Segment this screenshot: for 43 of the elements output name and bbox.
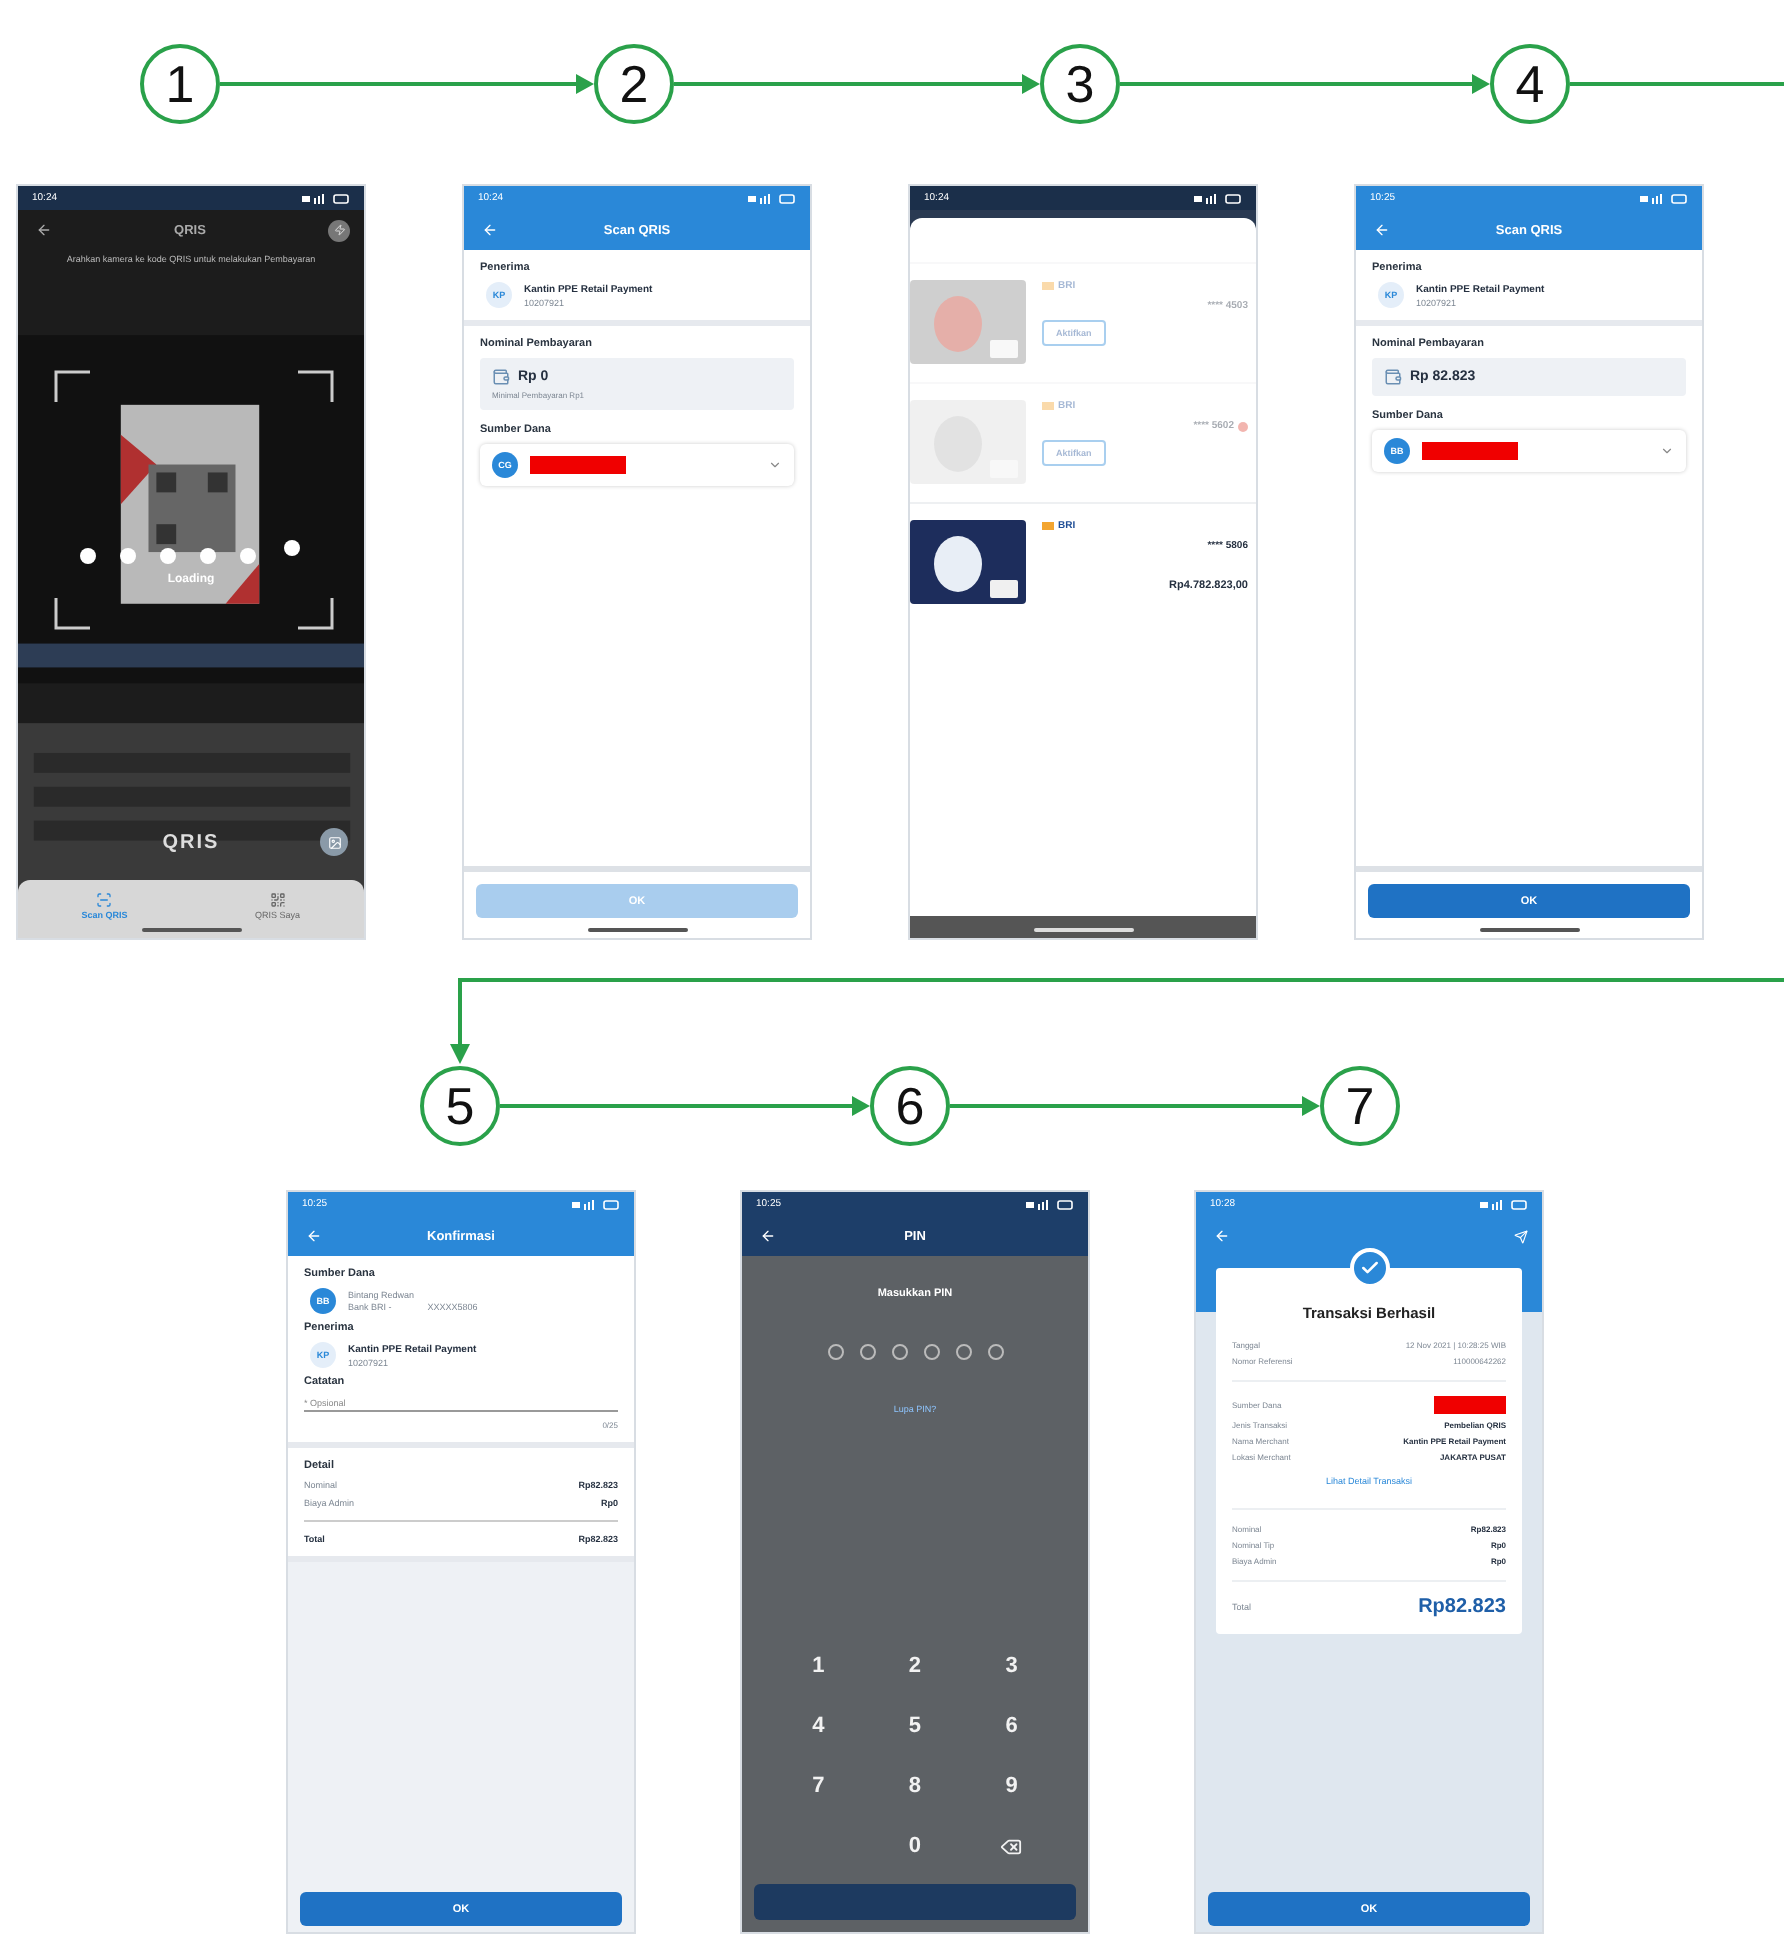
status-icons — [302, 193, 350, 203]
back-icon[interactable] — [760, 1228, 776, 1244]
step-number: 1 — [140, 44, 220, 124]
wallet-icon — [492, 368, 510, 386]
status-icons — [1480, 1199, 1528, 1209]
keypad-key[interactable]: 6 — [963, 1696, 1060, 1756]
step-number: 6 — [870, 1066, 950, 1146]
home-indicator — [587, 928, 687, 932]
home-indicator — [141, 928, 241, 932]
keypad-key[interactable]: 0 — [866, 1816, 964, 1876]
step-number: 2 — [594, 44, 674, 124]
step-number: 5 — [420, 1066, 500, 1146]
keypad-key[interactable]: 9 — [963, 1756, 1060, 1816]
keypad-key[interactable]: 3 — [963, 1636, 1060, 1696]
backspace-icon — [1000, 1835, 1023, 1857]
image-icon — [327, 835, 341, 849]
scan-frame-icon — [54, 369, 334, 630]
keypad-key[interactable]: 4 — [770, 1696, 867, 1756]
chevron-down-icon[interactable] — [768, 458, 782, 472]
home-indicator — [1033, 928, 1133, 932]
back-icon[interactable] — [36, 222, 52, 238]
wallet-icon — [1384, 368, 1402, 386]
keypad-key[interactable]: 5 — [866, 1696, 964, 1756]
keypad-key[interactable]: 2 — [866, 1636, 964, 1696]
chevron-down-icon[interactable] — [1660, 444, 1674, 458]
qris-logo: QRIS — [162, 831, 220, 853]
scan-icon — [96, 892, 113, 908]
home-indicator — [1479, 928, 1579, 932]
step-number: 7 — [1320, 1066, 1400, 1146]
status-icons — [748, 193, 796, 203]
keypad-key[interactable]: 7 — [770, 1756, 867, 1816]
qr-code-icon — [269, 892, 286, 908]
status-icons — [1194, 193, 1242, 203]
status-icons — [1026, 1199, 1074, 1209]
keypad-key[interactable]: 1 — [770, 1636, 867, 1696]
share-icon[interactable] — [1514, 1229, 1528, 1243]
status-icons — [1640, 193, 1688, 203]
step-number: 4 — [1490, 44, 1570, 124]
status-icons — [572, 1199, 620, 1209]
flash-icon — [333, 224, 345, 236]
keypad-key[interactable]: 8 — [866, 1756, 964, 1816]
step-number: 3 — [1040, 44, 1120, 124]
total-value: Rp82.823 — [1418, 1596, 1506, 1618]
